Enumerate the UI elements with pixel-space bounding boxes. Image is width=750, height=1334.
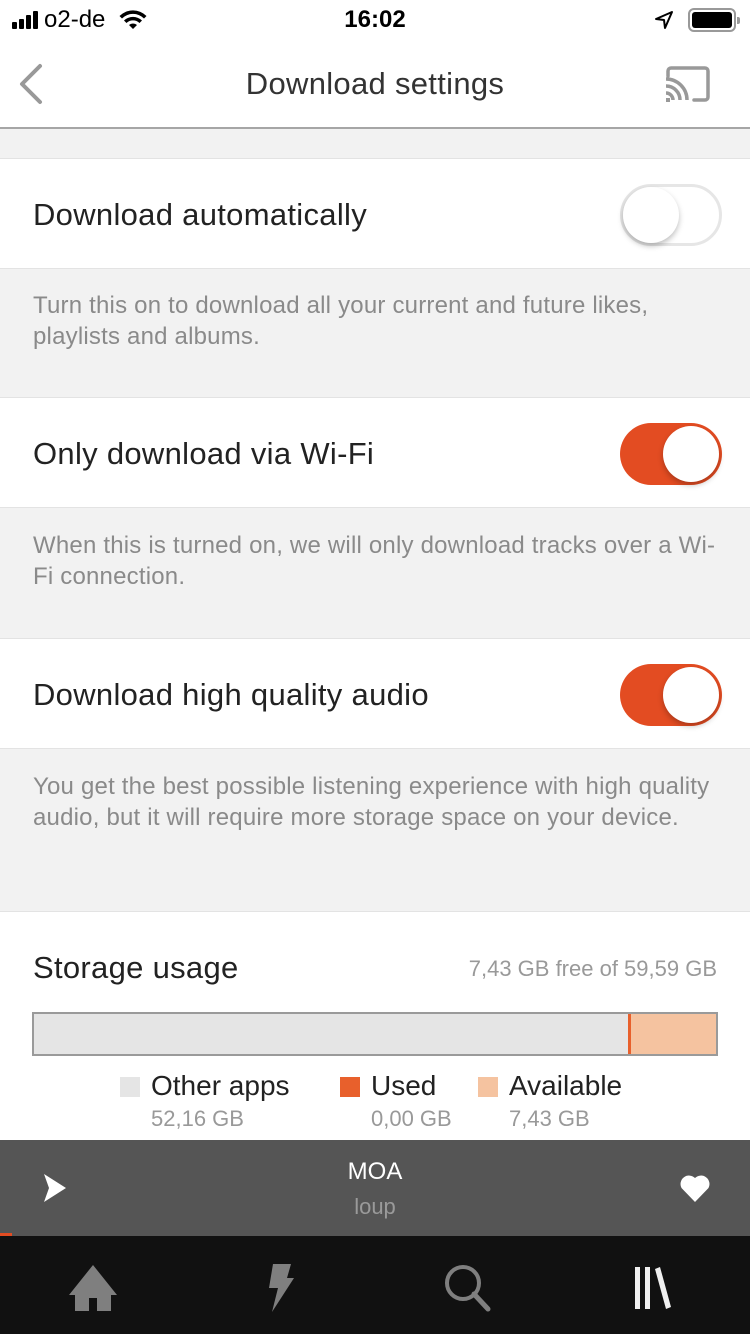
- tab-home[interactable]: [63, 1258, 123, 1318]
- legend-value: 0,00 GB: [371, 1106, 452, 1131]
- legend-name: Available: [509, 1070, 623, 1101]
- status-time: 16:02: [344, 6, 406, 33]
- setting-label: Download automatically: [33, 197, 367, 232]
- storage-bar-segment-other-apps: [34, 1014, 629, 1054]
- storage-bar-segment-available: [631, 1014, 716, 1054]
- legend-name: Other apps: [151, 1070, 290, 1101]
- setting-row-wifi-only: Only download via Wi-Fi: [0, 397, 750, 508]
- setting-description: You get the best possible listening expe…: [33, 773, 710, 831]
- storage-title: Storage usage: [33, 950, 239, 985]
- toggle-knob: [623, 187, 679, 243]
- page-title: Download settings: [245, 66, 505, 101]
- track-artist: loup: [354, 1194, 396, 1219]
- library-icon: [635, 1267, 671, 1309]
- setting-description: When this is turned on, we will only dow…: [33, 532, 716, 590]
- cast-icon: [665, 66, 710, 102]
- storage-bar: [32, 1012, 718, 1056]
- legend-name: Used: [371, 1070, 437, 1101]
- track-title: MOA: [347, 1158, 403, 1185]
- search-icon: [445, 1265, 491, 1312]
- storage-summary: 7,43 GB free of 59,59 GB: [468, 956, 717, 981]
- tab-search[interactable]: [438, 1258, 498, 1318]
- high-quality-audio-toggle[interactable]: [620, 664, 722, 726]
- tab-stream[interactable]: [252, 1258, 312, 1318]
- legend-value: 7,43 GB: [509, 1106, 590, 1131]
- setting-row-high-quality-audio: Download high quality audio: [0, 638, 750, 749]
- tab-library[interactable]: [626, 1258, 686, 1318]
- setting-label: Only download via Wi-Fi: [33, 436, 375, 471]
- legend-value: 52,16 GB: [151, 1106, 244, 1131]
- status-bar: o2-de 16:02: [0, 0, 750, 40]
- wifi-only-toggle[interactable]: [620, 423, 722, 485]
- storage-usage-section: Storage usage 7,43 GB free of 59,59 GB O…: [0, 911, 750, 1141]
- setting-row-download-automatically: Download automatically: [0, 158, 750, 269]
- setting-label: Download high quality audio: [33, 677, 429, 712]
- setting-description: Turn this on to download all your curren…: [33, 292, 649, 350]
- location-icon: [655, 11, 673, 29]
- heart-icon: [680, 1175, 710, 1202]
- cast-button[interactable]: [664, 66, 712, 102]
- download-automatically-toggle[interactable]: [620, 184, 722, 246]
- legend-swatch: [120, 1077, 140, 1097]
- legend-swatch: [340, 1077, 360, 1097]
- battery-icon: [688, 8, 740, 32]
- lightning-icon: [269, 1264, 294, 1312]
- home-icon: [69, 1265, 117, 1311]
- mini-player[interactable]: MOA loup: [0, 1140, 750, 1236]
- status-right: [654, 8, 740, 32]
- download-settings-screen: o2-de 16:02 Download settings Download a…: [0, 0, 750, 1334]
- legend-swatch: [478, 1077, 498, 1097]
- toggle-knob: [663, 426, 719, 482]
- tab-bar: [0, 1236, 750, 1334]
- like-button[interactable]: [678, 1173, 712, 1203]
- navigation-bar: Download settings: [0, 40, 750, 129]
- toggle-knob: [663, 667, 719, 723]
